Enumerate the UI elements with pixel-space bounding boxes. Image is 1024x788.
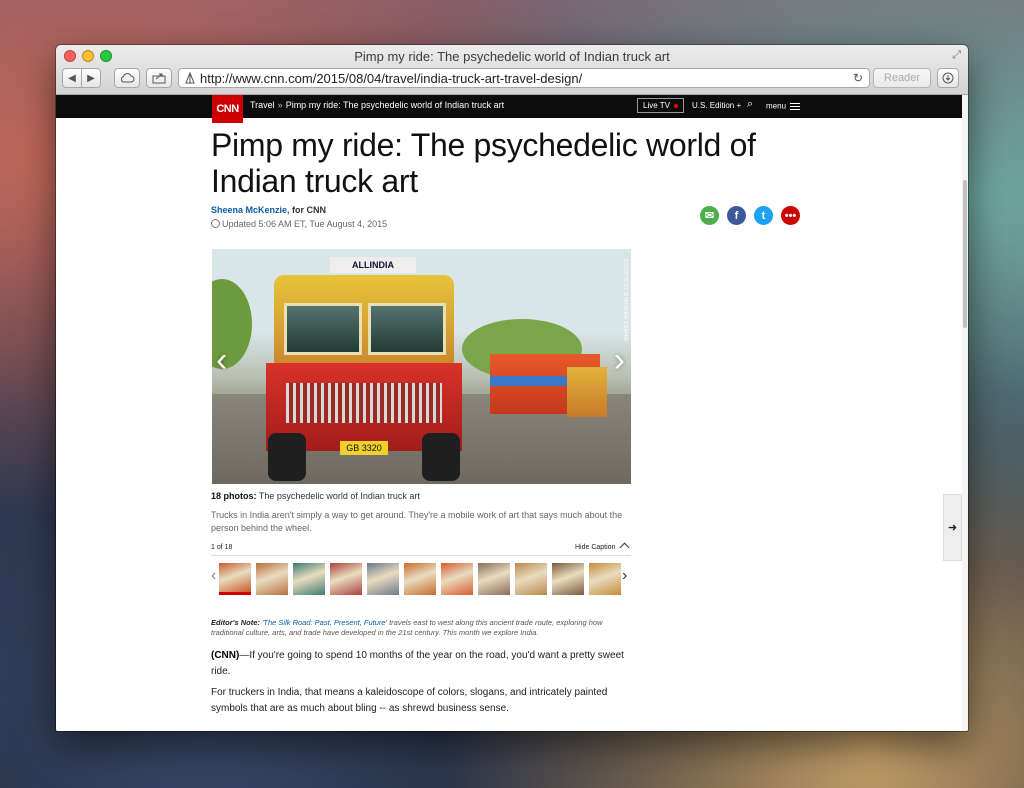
gallery-thumbnail[interactable] xyxy=(330,563,362,595)
gallery-title: The psychedelic world of Indian truck ar… xyxy=(256,491,420,501)
page-viewport: CNN Travel» Pimp my ride: The psychedelic… xyxy=(56,95,962,731)
compass-icon xyxy=(185,71,195,84)
scrollbar-thumb[interactable] xyxy=(963,180,967,328)
live-tv-label: Live TV xyxy=(643,101,670,110)
facebook-share-icon[interactable]: f xyxy=(727,206,746,225)
gallery-caption-description: Trucks in India aren't simply a way to g… xyxy=(211,510,623,533)
truck-cab xyxy=(274,275,454,371)
breadcrumb-section[interactable]: Travel xyxy=(250,100,275,110)
url-text: http://www.cnn.com/2015/08/04/travel/ind… xyxy=(200,70,583,86)
share-arrow-icon xyxy=(152,73,166,84)
truck-wheel-left xyxy=(268,433,306,481)
more-share-icon[interactable]: ••• xyxy=(781,206,800,225)
truck-wheel-right xyxy=(422,433,460,481)
gallery-thumbnail[interactable] xyxy=(367,563,399,595)
share-page-button[interactable] xyxy=(146,68,172,88)
thumbnail-strip xyxy=(219,563,621,595)
forward-button[interactable]: ▶ xyxy=(81,68,101,88)
next-article-arrow-icon[interactable]: ➜ xyxy=(943,494,962,561)
icloud-tabs-button[interactable] xyxy=(114,68,140,88)
menu-button[interactable]: menu xyxy=(766,101,801,112)
downloads-button[interactable] xyxy=(937,68,959,88)
download-icon xyxy=(942,72,954,84)
truck-sign: ALLINDIA xyxy=(330,257,416,273)
gallery-thumbnail[interactable] xyxy=(515,563,547,595)
photo-count: 18 photos: xyxy=(211,491,257,501)
forward-arrow-icon: ▶ xyxy=(87,72,95,84)
truck-window-left xyxy=(284,303,362,355)
breadcrumb-title: Pimp my ride: The psychedelic world of I… xyxy=(285,100,505,110)
cloud-icon xyxy=(120,73,135,83)
truck-window-right xyxy=(368,303,446,355)
twitter-share-icon[interactable]: t xyxy=(754,206,773,225)
browser-toolbar: ◀ ▶ http://www.cnn.com/2015/08/04/travel… xyxy=(56,67,968,91)
page-scrollbar[interactable] xyxy=(962,95,968,731)
photo-credit: COURTESY DINUMAN ZAMAN xyxy=(622,259,628,342)
breadcrumb: Travel» Pimp my ride: The psychedelic wor… xyxy=(250,100,504,110)
thumbnail-divider xyxy=(211,555,631,556)
reader-button[interactable]: Reader xyxy=(873,68,931,88)
gallery-thumbnail[interactable] xyxy=(552,563,584,595)
gallery-next-icon[interactable]: › xyxy=(614,341,625,380)
window-title: Pimp my ride: The psychedelic world of I… xyxy=(354,49,670,64)
editors-note-label: Editor's Note: xyxy=(211,618,260,627)
thumbnails-next-icon[interactable]: › xyxy=(622,567,627,585)
gallery-thumbnail[interactable] xyxy=(404,563,436,595)
title-bar: Pimp my ride: The psychedelic world of I… xyxy=(56,45,968,95)
email-share-icon[interactable]: ✉ xyxy=(700,206,719,225)
byline: Sheena McKenzie, for CNN xyxy=(211,205,326,215)
thumbnails-prev-icon[interactable]: ‹ xyxy=(211,567,216,585)
background-truck-cab xyxy=(567,367,607,417)
fullscreen-icon[interactable]: ⤢ xyxy=(952,49,961,62)
browser-window: Pimp my ride: The psychedelic world of I… xyxy=(56,45,968,731)
article-headline: Pimp my ride: The psychedelic world of I… xyxy=(211,127,756,199)
edition-selector[interactable]: U.S. Edition + xyxy=(692,101,741,110)
cnn-dateline: (CNN) xyxy=(211,650,240,661)
address-bar[interactable]: http://www.cnn.com/2015/08/04/travel/ind… xyxy=(178,68,870,88)
clock-icon xyxy=(211,219,220,228)
truck-grille xyxy=(286,383,442,423)
paragraph-text: —If you're going to spend 10 months of t… xyxy=(211,650,624,677)
gallery-thumbnail[interactable] xyxy=(256,563,288,595)
back-button[interactable]: ◀ xyxy=(62,68,82,88)
gallery-counter: 1 of 18 xyxy=(211,544,233,551)
gallery-prev-icon[interactable]: ‹ xyxy=(216,341,227,380)
article-paragraph: (CNN)—If you're going to spend 10 months… xyxy=(211,648,631,680)
updated-text: Updated 5:06 AM ET, Tue August 4, 2015 xyxy=(222,219,388,229)
article-paragraph: For truckers in India, that means a kale… xyxy=(211,687,608,714)
chevron-up-icon xyxy=(620,542,630,553)
cnn-nav-bar: CNN Travel» Pimp my ride: The psychedelic… xyxy=(56,95,962,123)
gallery-thumbnail[interactable] xyxy=(478,563,510,595)
menu-label: menu xyxy=(766,101,787,111)
gallery-thumbnail[interactable] xyxy=(219,563,251,595)
cnn-logo[interactable]: CNN xyxy=(212,95,243,123)
hide-caption-label: Hide Caption xyxy=(575,544,616,551)
license-plate: GB 3320 xyxy=(340,441,388,455)
live-tv-button[interactable]: Live TV xyxy=(637,98,684,113)
gallery-photo[interactable]: ALLINDIA GB 3320 COURTESY DINUMAN ZAMAN … xyxy=(212,249,631,484)
updated-timestamp: Updated 5:06 AM ET, Tue August 4, 2015 xyxy=(211,219,387,229)
gallery-thumbnail[interactable] xyxy=(293,563,325,595)
author-link[interactable]: Sheena McKenzie, xyxy=(211,205,290,215)
back-arrow-icon: ◀ xyxy=(68,72,76,84)
editors-note: Editor's Note: 'The Silk Road: Past, Pre… xyxy=(211,618,631,638)
gallery-thumbnail[interactable] xyxy=(589,563,621,595)
decorated-truck: ALLINDIA GB 3320 xyxy=(262,255,467,484)
gallery-caption-title: 18 photos: The psychedelic world of Indi… xyxy=(211,491,420,501)
share-buttons: ✉ f t ••• xyxy=(700,206,800,225)
hide-caption-button[interactable]: Hide Caption xyxy=(575,542,630,553)
reload-icon[interactable]: ↻ xyxy=(853,71,863,85)
author-suffix: for CNN xyxy=(289,205,327,215)
editors-note-link[interactable]: 'The Silk Road: Past, Present, Future' xyxy=(262,618,387,627)
breadcrumb-separator: » xyxy=(277,100,283,110)
search-icon[interactable]: ⌕ xyxy=(747,98,753,111)
gallery-thumbnail[interactable] xyxy=(441,563,473,595)
hamburger-icon xyxy=(790,101,801,112)
live-dot-icon xyxy=(673,103,678,108)
